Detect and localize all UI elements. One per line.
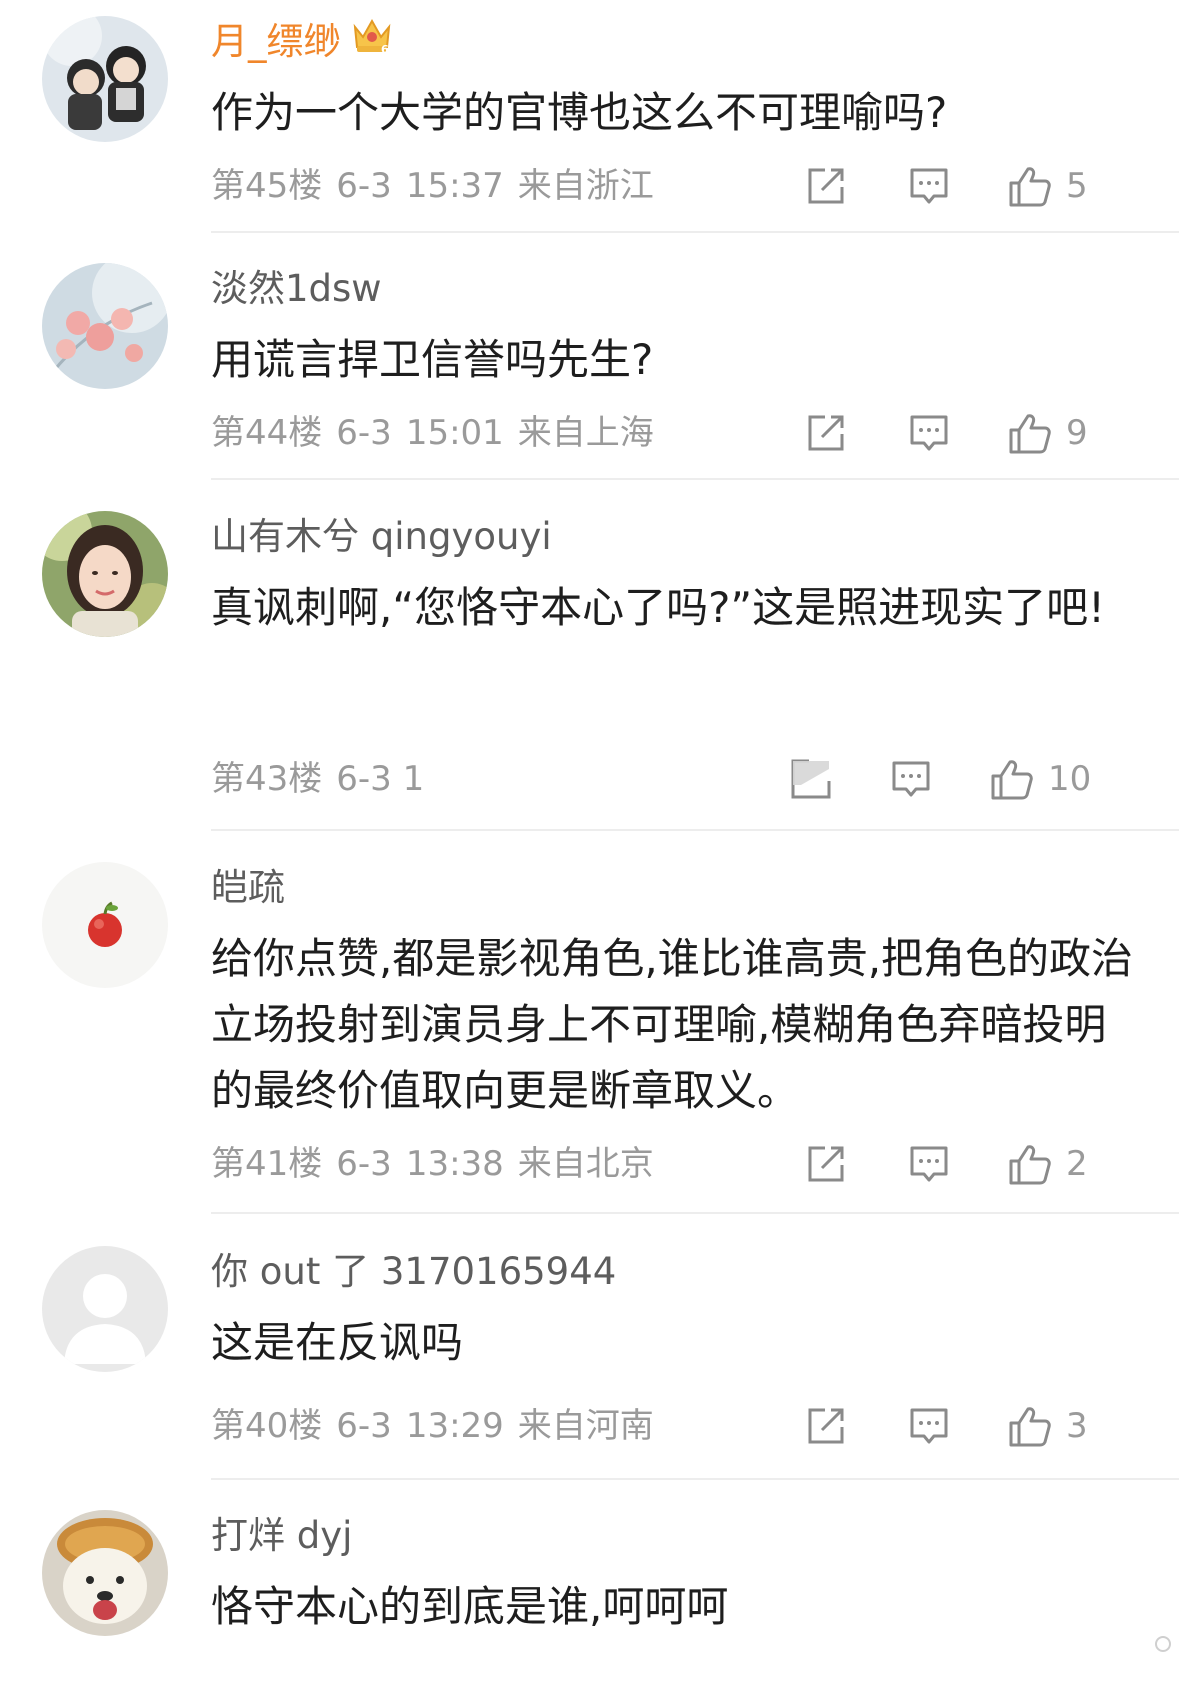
like-button[interactable]: 2	[1008, 1140, 1088, 1188]
reply-button[interactable]	[908, 409, 950, 457]
divider	[211, 829, 1179, 831]
username[interactable]: 淡然1dsw	[211, 265, 382, 313]
comment-actions: 9	[805, 409, 1135, 457]
share-button[interactable]	[805, 1140, 847, 1188]
username[interactable]: 山有木兮 qingyouyi	[211, 513, 552, 561]
comment-date: 6-3	[336, 1406, 392, 1446]
like-thumb-icon	[1008, 1404, 1052, 1448]
share-button[interactable]	[787, 755, 835, 803]
like-thumb-icon	[990, 757, 1034, 801]
comment-item: 山有木兮 qingyouyi 真讽刺啊,“您恪守本心了吗?”这是照进现实了吧! …	[0, 495, 1179, 835]
like-count: 9	[1066, 413, 1088, 453]
comment-item: 月_缥缈 6 作为一个大学的官博也这么不可理喻吗? 第45楼 6-3 15:37 来自…	[0, 0, 1179, 233]
reply-icon	[908, 1405, 950, 1447]
like-count: 5	[1066, 166, 1088, 206]
comment-time: 13:38	[405, 1144, 504, 1184]
floor-number: 第44楼	[211, 413, 323, 453]
apple-avatar[interactable]	[42, 862, 168, 988]
comment-list: 月_缥缈 6 作为一个大学的官博也这么不可理喻吗? 第45楼 6-3 15:37 来自…	[0, 0, 1179, 1686]
share-button[interactable]	[805, 162, 847, 210]
comment-meta: 第41楼 6-3 13:38 来自北京	[211, 1142, 668, 1186]
divider	[211, 478, 1179, 480]
divider	[211, 1478, 1179, 1480]
share-icon	[805, 412, 847, 454]
comment-item: 淡然1dsw 用谎言捍卫信誉吗先生? 第44楼 6-3 15:01 来自上海 9	[0, 247, 1179, 480]
reply-icon	[908, 165, 950, 207]
reply-icon	[890, 758, 932, 800]
puppy-avatar[interactable]	[42, 1510, 168, 1636]
like-button[interactable]: 5	[1008, 162, 1088, 210]
comment-meta: 第40楼 6-3 13:29 来自河南	[211, 1404, 668, 1448]
share-icon	[805, 165, 847, 207]
svg-text:6: 6	[381, 43, 389, 55]
floor-number: 第43楼	[211, 759, 323, 799]
comment-text: 作为一个大学的官博也这么不可理喻吗?	[211, 88, 948, 137]
username[interactable]: 月_缥缈 6	[211, 18, 393, 67]
like-thumb-icon	[1008, 411, 1052, 455]
share-button[interactable]	[805, 1402, 847, 1450]
share-icon	[787, 755, 835, 803]
comment-actions: 5	[805, 162, 1135, 210]
like-count: 10	[1048, 759, 1092, 799]
comment-location: 来自上海	[517, 413, 654, 453]
comment-item: 打烊 dyj 恪守本心的到底是谁,呵呵呵	[0, 1494, 1179, 1686]
reply-button[interactable]	[890, 755, 932, 803]
share-icon	[805, 1405, 847, 1447]
comment-time: 15:01	[405, 413, 504, 453]
comment-location: 来自北京	[517, 1144, 654, 1184]
username[interactable]: 你 out 了 3170165944	[211, 1248, 616, 1296]
comment-actions: 3	[805, 1402, 1135, 1450]
comment-text: 真讽刺啊,“您恪守本心了吗?”这是照进现实了吧!	[211, 583, 1105, 632]
username[interactable]: 皑疏	[211, 864, 285, 912]
like-button[interactable]: 10	[990, 755, 1091, 803]
username-text: 月_缥缈	[211, 20, 341, 63]
comment-meta: 第45楼 6-3 15:37 来自浙江	[211, 164, 668, 208]
comment-actions: 2	[805, 1140, 1135, 1188]
comment-date: 6-3	[336, 413, 392, 453]
comment-time: 13:29	[405, 1406, 504, 1446]
comment-time: 15:37	[405, 166, 504, 206]
like-count: 3	[1066, 1406, 1088, 1446]
comment-date: 6-3	[336, 1144, 392, 1184]
comment-location: 来自河南	[517, 1406, 654, 1446]
like-button[interactable]: 9	[1008, 409, 1088, 457]
girl-portrait-avatar[interactable]	[42, 511, 168, 637]
share-icon	[805, 1143, 847, 1185]
comment-item: 皑疏 给你点赞,都是影视角色,谁比谁高贵,把角色的政治立场投射到演员身上不可理喻…	[0, 846, 1179, 1216]
comment-date: 6-3 1	[336, 759, 425, 799]
comment-meta: 第44楼 6-3 15:01 来自上海	[211, 411, 668, 455]
comment-text: 恪守本心的到底是谁,呵呵呵	[211, 1582, 729, 1631]
username[interactable]: 打烊 dyj	[211, 1512, 352, 1560]
divider	[211, 231, 1179, 233]
like-thumb-icon	[1008, 1142, 1052, 1186]
comment-actions: 10	[791, 755, 1135, 803]
comment-date: 6-3	[336, 166, 392, 206]
reply-button[interactable]	[908, 1402, 950, 1450]
comment-text: 这是在反讽吗	[211, 1318, 464, 1367]
comment-text: 用谎言捍卫信誉吗先生?	[211, 335, 654, 384]
comment-meta: 第43楼 6-3 1	[211, 757, 438, 801]
floor-number: 第41楼	[211, 1144, 323, 1184]
comment-text: 给你点赞,都是影视角色,谁比谁高贵,把角色的政治立场投射到演员身上不可理喻,模糊…	[211, 934, 1134, 1115]
floor-number: 第45楼	[211, 166, 323, 206]
reply-icon	[908, 1143, 950, 1185]
pink-blossom-avatar[interactable]	[42, 263, 168, 389]
two-dolls-avatar[interactable]	[42, 16, 168, 142]
floor-number: 第40楼	[211, 1406, 323, 1446]
reply-button[interactable]	[908, 1140, 950, 1188]
scroll-indicator[interactable]	[1155, 1636, 1171, 1652]
crown-badge-icon: 6	[351, 15, 393, 67]
comment-location: 来自浙江	[517, 166, 654, 206]
share-button[interactable]	[805, 409, 847, 457]
reply-button[interactable]	[908, 162, 950, 210]
divider	[211, 1212, 1179, 1214]
like-thumb-icon	[1008, 164, 1052, 208]
reply-icon	[908, 412, 950, 454]
comment-item: 你 out 了 3170165944 这是在反讽吗 第40楼 6-3 13:29 来自…	[0, 1230, 1179, 1480]
like-count: 2	[1066, 1144, 1088, 1184]
like-button[interactable]: 3	[1008, 1402, 1088, 1450]
default-user-avatar[interactable]	[42, 1246, 168, 1372]
